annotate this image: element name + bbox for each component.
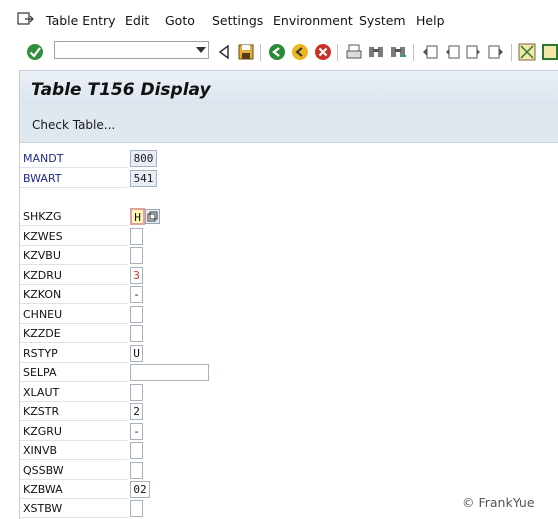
- field-mandt[interactable]: 800: [130, 150, 157, 167]
- find-icon[interactable]: [367, 43, 385, 61]
- field-kzgru[interactable]: -: [130, 423, 143, 440]
- field-label-xstbw: XSTBW: [20, 500, 128, 518]
- field-label-chneu: CHNEU: [20, 306, 128, 324]
- back-triangle-icon[interactable]: [215, 43, 233, 61]
- first-page-icon[interactable]: [421, 43, 439, 61]
- field-label-shkzg: SHKZG: [20, 208, 128, 226]
- exit-yellow-icon[interactable]: [291, 43, 309, 61]
- field-label-kzgru: KZGRU: [20, 423, 128, 441]
- field-kzzde[interactable]: [130, 325, 143, 342]
- field-label-kzdru: KZDRU: [20, 267, 128, 285]
- toolbar-separator: [511, 44, 512, 61]
- toolbar-separator: [260, 44, 261, 61]
- value-help-icon[interactable]: [145, 209, 160, 224]
- field-xinvb[interactable]: [130, 442, 143, 459]
- field-label-qssbw: QSSBW: [20, 462, 128, 480]
- field-label-rstyp: RSTYP: [20, 345, 128, 363]
- field-kzkon[interactable]: -: [130, 286, 143, 303]
- field-label-kzkon: KZKON: [20, 286, 128, 304]
- enter-check-icon[interactable]: [26, 43, 44, 61]
- field-label-kzvbu: KZVBU: [20, 247, 128, 265]
- check-table-button[interactable]: Check Table...: [32, 118, 115, 132]
- page-title: Table T156 Display: [31, 80, 211, 100]
- field-label-kzzde: KZZDE: [20, 325, 128, 343]
- back-green-icon[interactable]: [268, 43, 286, 61]
- menu-goto[interactable]: Goto: [165, 13, 195, 28]
- menu-settings[interactable]: Settings: [212, 13, 263, 28]
- menu-system[interactable]: System: [359, 13, 406, 28]
- standard-toolbar: [0, 38, 558, 66]
- menu-edit[interactable]: Edit: [125, 13, 149, 28]
- menu-icon[interactable]: [17, 11, 35, 27]
- field-label-mandt: MANDT: [20, 150, 128, 168]
- field-chneu[interactable]: [130, 306, 143, 323]
- field-label-kzwes: KZWES: [20, 228, 128, 246]
- menu-bar: Table Entry Edit Goto Settings Environme…: [0, 0, 558, 38]
- field-kzwes[interactable]: [130, 228, 143, 245]
- field-label-kzbwa: KZBWA: [20, 481, 128, 499]
- field-kzbwa[interactable]: 02: [130, 481, 150, 498]
- field-qssbw[interactable]: [130, 462, 143, 479]
- field-selpa[interactable]: [130, 364, 209, 381]
- command-field[interactable]: [54, 41, 209, 59]
- field-label-bwart: BWART: [20, 170, 128, 188]
- field-label-xlaut: XLAUT: [20, 384, 128, 402]
- field-rstyp[interactable]: U: [130, 345, 143, 362]
- field-kzstr[interactable]: 2: [130, 403, 143, 420]
- field-xstbw[interactable]: [130, 500, 143, 517]
- menu-environment[interactable]: Environment: [273, 13, 353, 28]
- field-label-xinvb: XINVB: [20, 442, 128, 460]
- toolbar-separator: [413, 44, 414, 61]
- layout-icon[interactable]: [518, 43, 536, 61]
- chevron-down-icon[interactable]: [196, 47, 206, 53]
- find-next-icon[interactable]: [389, 43, 407, 61]
- next-page-icon[interactable]: [465, 43, 483, 61]
- field-shkzg[interactable]: H: [130, 208, 145, 225]
- field-label-kzstr: KZSTR: [20, 403, 128, 421]
- previous-page-icon[interactable]: [443, 43, 461, 61]
- field-xlaut[interactable]: [130, 384, 143, 401]
- menu-help[interactable]: Help: [416, 13, 445, 28]
- last-page-icon[interactable]: [487, 43, 505, 61]
- field-kzvbu[interactable]: [130, 247, 143, 264]
- save-icon[interactable]: [237, 43, 255, 61]
- menu-table-entry[interactable]: Table Entry: [46, 13, 116, 28]
- field-bwart[interactable]: 541: [130, 170, 157, 187]
- watermark-text: © FrankYue: [462, 495, 535, 510]
- field-label-selpa: SELPA: [20, 364, 128, 382]
- help-icon[interactable]: [541, 43, 558, 61]
- cancel-red-icon[interactable]: [314, 43, 332, 61]
- toolbar-separator: [337, 44, 338, 61]
- field-kzdru[interactable]: 3: [130, 267, 143, 284]
- print-icon[interactable]: [345, 43, 363, 61]
